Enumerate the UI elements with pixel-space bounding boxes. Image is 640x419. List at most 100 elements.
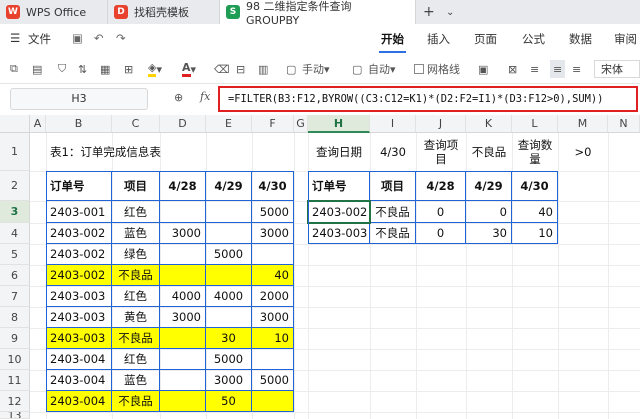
name-box[interactable]: H3 [10, 88, 148, 110]
table-style-icon[interactable]: ▦ [100, 60, 110, 78]
value-cell[interactable]: 5000 [206, 244, 252, 265]
value-cell[interactable] [206, 223, 252, 244]
value-cell[interactable]: 3000 [160, 307, 206, 328]
value-cell[interactable] [160, 265, 206, 286]
value-cell[interactable]: 40 [252, 265, 294, 286]
clipboard-icon[interactable]: ▤ [32, 60, 42, 78]
value-cell[interactable] [206, 201, 252, 223]
col-header-n[interactable]: N [608, 115, 640, 133]
query-qty-label[interactable]: 查询数量 [512, 133, 558, 171]
value-cell[interactable]: 3000 [206, 370, 252, 391]
col-header-l[interactable]: L [512, 115, 558, 133]
col-header-j[interactable]: J [416, 115, 466, 133]
undo-icon[interactable]: ↶ [94, 31, 104, 45]
value-cell[interactable] [252, 349, 294, 370]
row-header-10[interactable]: 10 [0, 349, 30, 370]
value-cell[interactable] [160, 328, 206, 349]
menu-page[interactable]: 页面 [474, 31, 497, 47]
row-header-4[interactable]: 4 [0, 223, 30, 244]
fx-icon[interactable]: fx [200, 90, 210, 103]
order-id-cell[interactable]: 2403-003 [46, 328, 112, 349]
header-cell[interactable]: 4/28 [160, 171, 206, 201]
gridlines-checkbox[interactable]: 网格线 [414, 60, 460, 78]
value-cell[interactable]: 0 [466, 201, 512, 223]
value-cell[interactable] [206, 307, 252, 328]
value-cell[interactable]: 5000 [252, 201, 294, 223]
value-cell[interactable] [160, 391, 206, 412]
row-header-9[interactable]: 9 [0, 328, 30, 349]
value-cell[interactable]: 50 [206, 391, 252, 412]
active-cell-h3[interactable] [307, 200, 371, 224]
order-id-cell[interactable]: 2403-003 [46, 286, 112, 307]
value-cell[interactable]: 10 [252, 328, 294, 349]
align-right-icon[interactable]: ≡ [572, 60, 581, 78]
row-header-3[interactable]: 3 [0, 201, 30, 223]
header-cell[interactable]: 订单号 [308, 171, 370, 201]
order-id-cell[interactable]: 2403-002 [46, 223, 112, 244]
col-header-g[interactable]: G [294, 115, 308, 133]
item-cell[interactable]: 不良品 [370, 201, 416, 223]
col-header-f[interactable]: F [252, 115, 294, 133]
value-cell[interactable]: 40 [512, 201, 558, 223]
order-id-cell[interactable]: 2403-004 [46, 370, 112, 391]
value-cell[interactable]: 30 [206, 328, 252, 349]
value-cell[interactable]: 5000 [252, 370, 294, 391]
order-id-cell[interactable]: 2403-002 [46, 244, 112, 265]
item-cell[interactable]: 绿色 [112, 244, 160, 265]
header-cell[interactable]: 项目 [370, 171, 416, 201]
format-painter-icon[interactable]: ⧉ [10, 60, 18, 78]
merge-icon[interactable]: ⊠ [508, 60, 517, 78]
value-cell[interactable] [160, 244, 206, 265]
formula-input[interactable]: =FILTER(B3:F12,BYROW((C3:C12=K1)*(D2:F2=… [218, 86, 638, 112]
select-all-corner[interactable] [0, 115, 30, 133]
row-header-7[interactable]: 7 [0, 286, 30, 307]
fill-color-icon[interactable]: ◈ ▾ [148, 60, 162, 78]
col-header-k[interactable]: K [466, 115, 512, 133]
value-cell[interactable]: 3000 [252, 307, 294, 328]
order-id-cell[interactable]: 2403-003 [46, 307, 112, 328]
align-center-icon[interactable]: ≡ [550, 60, 566, 78]
redo-icon[interactable]: ↷ [116, 31, 126, 45]
col-header-a[interactable]: A [30, 115, 46, 133]
save-icon[interactable]: ▣ [72, 31, 83, 45]
item-cell[interactable]: 蓝色 [112, 223, 160, 244]
chart-icon[interactable]: ▥ [258, 60, 268, 78]
menu-insert[interactable]: 插入 [427, 31, 450, 47]
new-tab-button[interactable]: + [418, 0, 440, 24]
row-header-5[interactable]: 5 [0, 244, 30, 265]
sort-icon[interactable]: ⇅ [78, 60, 87, 78]
order-id-cell[interactable]: 2403-003 [308, 223, 370, 244]
item-cell[interactable]: 红色 [112, 349, 160, 370]
header-cell[interactable]: 4/30 [512, 171, 558, 201]
value-cell[interactable] [160, 201, 206, 223]
query-date-label[interactable]: 查询日期 [308, 133, 370, 171]
menu-data[interactable]: 数据 [569, 31, 592, 47]
row-header-8[interactable]: 8 [0, 307, 30, 328]
query-item-value[interactable]: 不良品 [466, 133, 512, 171]
value-cell[interactable]: 30 [466, 223, 512, 244]
row-header-13[interactable]: 13 [0, 412, 30, 419]
col-header-c[interactable]: C [112, 115, 160, 133]
order-id-cell[interactable]: 2403-001 [46, 201, 112, 223]
align-left-icon[interactable]: ≡ [530, 60, 539, 78]
menu-file[interactable]: 文件 [28, 31, 51, 47]
order-id-cell[interactable]: 2403-002 [46, 265, 112, 286]
menu-review[interactable]: 审阅 [614, 31, 637, 47]
item-cell[interactable]: 不良品 [112, 265, 160, 286]
value-cell[interactable]: 0 [416, 201, 466, 223]
row-header-1[interactable]: 1 [0, 133, 30, 171]
col-header-h[interactable]: H [308, 115, 370, 133]
hamburger-icon[interactable]: ☰ [10, 31, 20, 45]
calc-auto-button[interactable]: 自动 ▾ [368, 60, 396, 78]
filter-icon[interactable]: ⛉ [58, 60, 66, 78]
col-header-b[interactable]: B [46, 115, 112, 133]
item-cell[interactable]: 红色 [112, 201, 160, 223]
order-id-cell[interactable]: 2403-004 [46, 349, 112, 370]
query-date-value[interactable]: 4/30 [370, 133, 416, 171]
col-header-i[interactable]: I [370, 115, 416, 133]
font-select[interactable]: 宋体 [594, 60, 640, 78]
header-cell[interactable]: 4/28 [416, 171, 466, 201]
sheet-title[interactable]: 表1：订单完成信息表 [46, 133, 246, 171]
value-cell[interactable]: 3000 [252, 223, 294, 244]
item-cell[interactable]: 不良品 [112, 328, 160, 349]
